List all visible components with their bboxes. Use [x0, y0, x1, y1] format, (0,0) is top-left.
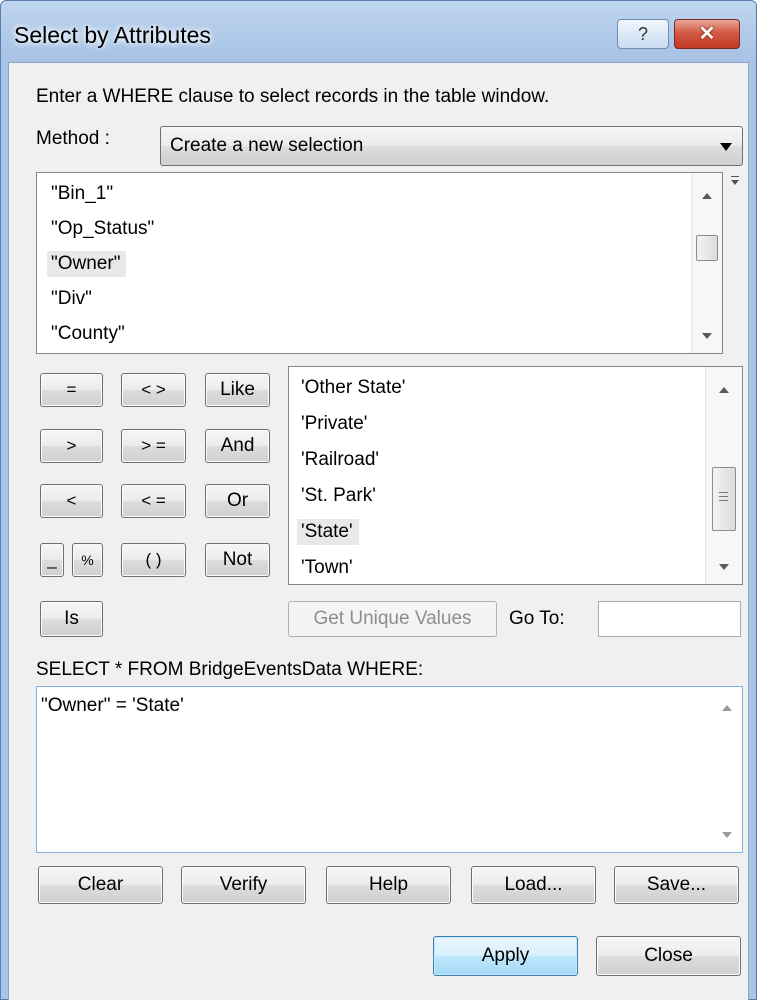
not-equal-button[interactable]: < > — [121, 373, 186, 407]
instruction-text: Enter a WHERE clause to select records i… — [36, 86, 550, 107]
where-scrollbar[interactable] — [712, 687, 742, 852]
values-scrollbar[interactable] — [705, 367, 742, 584]
like-button[interactable]: Like — [205, 373, 270, 407]
value-item-selected[interactable]: 'State' — [297, 519, 359, 545]
scroll-thumb[interactable] — [696, 235, 718, 261]
field-item[interactable]: "Bin_1" — [47, 181, 119, 207]
value-item[interactable]: 'St. Park' — [297, 483, 382, 509]
close-button[interactable]: Close — [596, 936, 741, 976]
not-button[interactable]: Not — [205, 543, 270, 577]
scroll-up-icon[interactable] — [702, 193, 712, 199]
get-unique-values-button[interactable]: Get Unique Values — [288, 601, 497, 637]
goto-input[interactable] — [598, 601, 741, 637]
and-button[interactable]: And — [205, 429, 270, 463]
value-item[interactable]: 'Other State' — [297, 375, 411, 401]
method-label: Method : — [36, 128, 110, 149]
greater-than-button[interactable]: > — [40, 429, 103, 463]
less-equal-button[interactable]: < = — [121, 484, 186, 518]
close-window-button[interactable]: ✕ — [674, 19, 740, 49]
field-item[interactable]: "Div" — [47, 286, 98, 312]
values-list[interactable]: 'Other State' 'Private' 'Railroad' 'St. … — [288, 366, 743, 585]
or-button[interactable]: Or — [205, 484, 270, 518]
underscore-button[interactable]: _ — [40, 543, 64, 577]
goto-label: Go To: — [509, 608, 565, 629]
greater-equal-button[interactable]: > = — [121, 429, 186, 463]
where-clause-textarea[interactable]: "Owner" = 'State' — [36, 686, 743, 853]
scroll-up-icon[interactable] — [722, 705, 732, 711]
sort-icon — [729, 176, 741, 188]
select-statement-label: SELECT * FROM BridgeEventsData WHERE: — [36, 659, 424, 680]
value-item[interactable]: 'Railroad' — [297, 447, 385, 473]
fields-scrollbar[interactable] — [691, 173, 722, 353]
scroll-up-icon[interactable] — [719, 387, 729, 393]
value-item[interactable]: 'Town' — [297, 555, 359, 581]
parentheses-button[interactable]: ( ) — [121, 543, 186, 577]
field-item[interactable]: "County" — [47, 321, 131, 347]
where-clause-text: "Owner" = 'State' — [41, 695, 184, 716]
percent-button[interactable]: % — [72, 543, 103, 577]
value-item[interactable]: 'Private' — [297, 411, 373, 437]
field-item[interactable]: "Op_Status" — [47, 216, 160, 242]
method-value: Create a new selection — [170, 135, 364, 156]
chevron-down-icon — [720, 143, 732, 151]
help-title-button[interactable]: ? — [617, 19, 669, 49]
load-button[interactable]: Load... — [471, 866, 596, 904]
is-button[interactable]: Is — [40, 601, 103, 637]
help-button[interactable]: Help — [326, 866, 451, 904]
verify-button[interactable]: Verify — [181, 866, 306, 904]
equals-button[interactable]: = — [40, 373, 103, 407]
fields-list[interactable]: "Bin_1" "Op_Status" "Owner" "Div" "Count… — [36, 172, 723, 354]
scroll-down-icon[interactable] — [702, 333, 712, 339]
window-title: Select by Attributes — [14, 22, 211, 48]
scroll-thumb[interactable] — [712, 467, 736, 531]
save-button[interactable]: Save... — [614, 866, 739, 904]
scroll-down-icon[interactable] — [722, 832, 732, 838]
clear-button[interactable]: Clear — [38, 866, 163, 904]
field-item-selected[interactable]: "Owner" — [47, 251, 127, 277]
less-than-button[interactable]: < — [40, 484, 103, 518]
method-dropdown[interactable]: Create a new selection — [160, 126, 743, 166]
apply-button[interactable]: Apply — [433, 936, 578, 976]
scroll-down-icon[interactable] — [719, 564, 729, 570]
